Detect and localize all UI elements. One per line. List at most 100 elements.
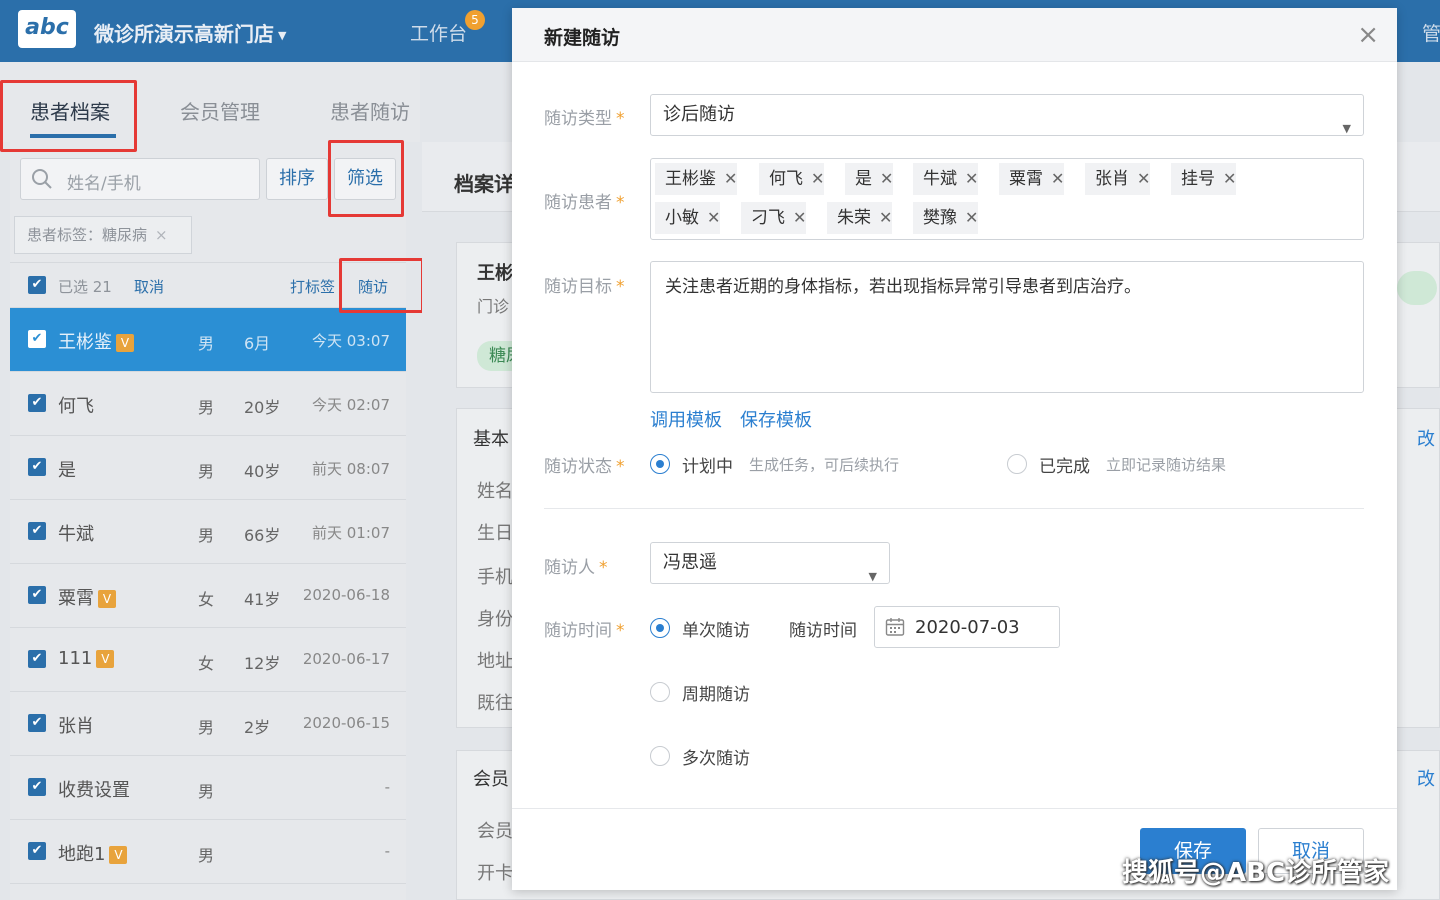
tab-patient-followup[interactable]: 患者随访	[330, 96, 410, 125]
patient-visit-time: 前天 08:07	[312, 460, 390, 478]
patient-gender: 女	[198, 654, 215, 673]
close-icon[interactable]: ✕	[1137, 169, 1150, 188]
field-label: 生日	[477, 523, 513, 544]
patient-tag-label: 张肖	[1095, 169, 1129, 189]
status-done-radio[interactable]	[1007, 454, 1027, 474]
followup-type-value: 诊后随访	[663, 104, 735, 125]
list-item[interactable]: ✔ 是 男 40岁 前天 08:07	[10, 436, 406, 500]
detail-title: 档案详	[454, 172, 514, 196]
select-all-checkbox[interactable]: ✔	[28, 276, 46, 294]
use-template-link[interactable]: 调用模板	[650, 406, 722, 432]
selected-count: 已选 21	[58, 278, 112, 296]
label-text: 随访目标	[544, 277, 612, 297]
list-item[interactable]: ✔ 何飞 男 20岁 今天 02:07	[10, 372, 406, 436]
followup-patients-label: 随访患者 *	[544, 188, 625, 213]
field-label: 身份	[477, 609, 513, 630]
close-icon[interactable]: ✕	[879, 208, 892, 227]
patient-name: 收费设置	[58, 780, 130, 801]
patient-tag: 樊豫 ✕	[913, 202, 979, 234]
close-icon[interactable]: ✕	[1051, 169, 1064, 188]
close-icon[interactable]: ✕	[965, 169, 978, 188]
patient-name: 张肖	[58, 716, 94, 737]
mode-periodic-radio[interactable]	[650, 682, 670, 702]
list-item[interactable]: ✔ 王彬鉴 V 男 6月 今天 03:07	[10, 308, 406, 372]
list-item[interactable]: ✔ 收费设置 男 -	[10, 756, 406, 820]
followup-goal-textarea[interactable]: 关注患者近期的身体指标，若出现指标异常引导患者到店治疗。	[650, 261, 1364, 393]
close-icon[interactable]: ✕	[707, 208, 720, 227]
patient-age: 20岁	[244, 398, 281, 417]
patient-tag-label: 刁飞	[751, 208, 785, 228]
vip-badge: V	[109, 846, 128, 864]
mode-single-radio[interactable]	[650, 618, 670, 638]
followup-patients-input[interactable]: 王彬鉴 ✕ 何飞 ✕ 是 ✕ 牛斌 ✕ 粟霄 ✕ 张肖 ✕ 挂号 ✕ 小敏 ✕ 刁飞 ✕ 朱荣 ✕ …	[650, 158, 1364, 240]
search-input[interactable]: 姓名/手机	[20, 158, 260, 200]
search-placeholder: 姓名/手机	[67, 174, 141, 194]
patient-gender: 男	[198, 782, 215, 801]
edit-member-link[interactable]: 改	[1417, 765, 1435, 791]
app-logo: abc	[18, 10, 76, 48]
nav-right-item[interactable]: 管	[1422, 19, 1440, 46]
patient-tag: 牛斌 ✕	[913, 163, 979, 195]
label-text: 随访患者	[544, 193, 612, 213]
add-tag-link[interactable]: 打标签	[290, 276, 335, 297]
close-icon[interactable]: ×	[155, 226, 168, 244]
mode-single-label[interactable]: 单次随访	[682, 616, 750, 641]
mode-multiple-label[interactable]: 多次随访	[682, 744, 750, 769]
required-mark: *	[616, 109, 625, 129]
patient-visit-time: 今天 03:07	[312, 332, 390, 350]
followup-date-picker[interactable]: 2020-07-03	[874, 606, 1060, 648]
edit-basic-link[interactable]: 改	[1417, 425, 1435, 451]
patient-tag: 小敏 ✕	[655, 202, 721, 234]
close-icon[interactable]: ✕	[793, 208, 806, 227]
new-followup-dialog: 新建随访 × 随访类型 * 诊后随访 ▼ 随访患者 * 王彬鉴 ✕ 何飞 ✕ 是 ✕ 牛斌…	[512, 8, 1397, 890]
list-item[interactable]: ✔ 牛斌 男 66岁 前天 01:07	[10, 500, 406, 564]
patient-tag-label: 樊豫	[923, 208, 957, 228]
status-planned-radio[interactable]	[650, 454, 670, 474]
row-checkbox[interactable]: ✔	[28, 650, 46, 668]
cancel-selection-link[interactable]: 取消	[134, 276, 164, 297]
close-icon[interactable]: ✕	[880, 169, 893, 188]
followup-type-select[interactable]: 诊后随访 ▼	[650, 94, 1364, 136]
followup-person-select[interactable]: 冯思遥 ▼	[650, 542, 890, 584]
row-checkbox[interactable]: ✔	[28, 330, 46, 348]
list-item[interactable]: ✔ 粟霄 V 女 41岁 2020-06-18	[10, 564, 406, 628]
mode-multiple-radio[interactable]	[650, 746, 670, 766]
label-text: 随访时间	[544, 621, 612, 641]
sort-button[interactable]: 排序	[266, 158, 328, 200]
followup-type-label: 随访类型 *	[544, 104, 625, 129]
row-checkbox[interactable]: ✔	[28, 842, 46, 860]
row-checkbox[interactable]: ✔	[28, 714, 46, 732]
patient-tag: 粟霄 ✕	[999, 163, 1065, 195]
status-done-label[interactable]: 已完成	[1039, 452, 1090, 477]
required-mark: *	[599, 558, 608, 578]
row-checkbox[interactable]: ✔	[28, 522, 46, 540]
tab-member-management[interactable]: 会员管理	[180, 96, 260, 125]
watermark: 搜狐号@ABC诊所管家	[1122, 858, 1390, 888]
search-icon	[32, 169, 52, 189]
row-checkbox[interactable]: ✔	[28, 778, 46, 796]
close-icon[interactable]: ✕	[724, 169, 737, 188]
nav-workbench[interactable]: 工作台	[410, 19, 467, 46]
clinic-switcher[interactable]: 微诊所演示高新门店 ▼	[94, 18, 286, 47]
patient-age: 41岁	[244, 590, 281, 609]
save-template-link[interactable]: 保存模板	[740, 406, 812, 432]
patient-tag-label: 何飞	[769, 169, 803, 189]
row-checkbox[interactable]: ✔	[28, 458, 46, 476]
list-item[interactable]: ✔ 张肖 男 2岁 2020-06-15	[10, 692, 406, 756]
mode-periodic-label[interactable]: 周期随访	[682, 680, 750, 705]
row-checkbox[interactable]: ✔	[28, 586, 46, 604]
list-item[interactable]: ✔ 地跑1 V 男 -	[10, 820, 406, 884]
close-icon[interactable]: ✕	[1223, 169, 1236, 188]
patient-tag-label: 挂号	[1181, 169, 1215, 189]
patient-name: 地跑1	[58, 844, 106, 865]
row-checkbox[interactable]: ✔	[28, 394, 46, 412]
vip-badge: V	[96, 650, 115, 668]
close-icon[interactable]: ✕	[965, 208, 978, 227]
close-icon[interactable]: ✕	[811, 169, 824, 188]
patient-age: 66岁	[244, 526, 281, 545]
close-icon[interactable]: ×	[1357, 20, 1379, 50]
list-item[interactable]: ✔ 111 V 女 12岁 2020-06-17	[10, 628, 406, 692]
followup-date-value: 2020-07-03	[915, 617, 1020, 638]
status-planned-label[interactable]: 计划中	[682, 452, 733, 477]
status-done-hint: 立即记录随访结果	[1106, 456, 1227, 474]
